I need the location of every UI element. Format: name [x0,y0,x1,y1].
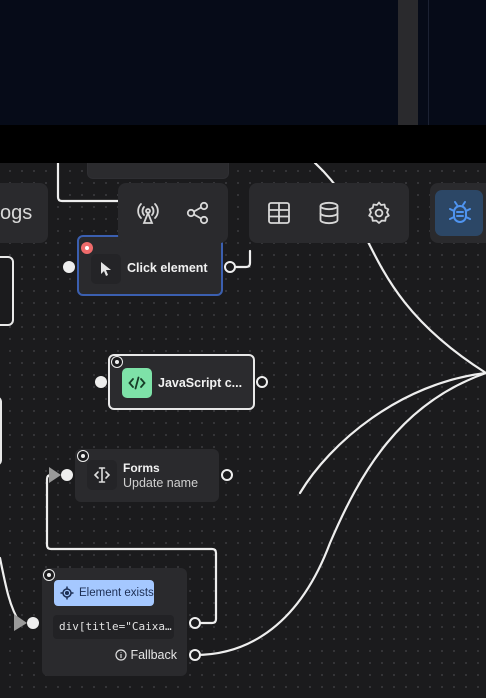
arrow-condition [14,614,27,631]
javascript-node-output-handle[interactable] [256,376,268,388]
selector-field[interactable]: div[title="Caixa… [53,615,174,639]
node-javascript[interactable]: JavaScript c... [108,354,255,410]
top-scrollbar[interactable] [398,0,418,125]
fallback-output-handle[interactable] [189,649,201,661]
click-node-title: Click element [127,261,208,275]
forms-node-status-badge [77,450,89,462]
element-exists-input-handle[interactable] [27,617,39,629]
edge-click-out [234,249,252,269]
element-exists-output-handle[interactable] [189,617,201,629]
debug-panel [430,183,486,243]
info-icon [115,649,128,661]
click-node-status-badge [81,242,93,254]
top-divider [428,0,429,125]
logs-panel[interactable]: ogs [0,183,48,243]
database-icon[interactable] [314,198,344,228]
forms-node-icon [87,460,117,490]
toolbar-group-2 [249,183,409,243]
debug-button[interactable] [435,190,483,236]
broadcast-icon[interactable] [133,198,163,228]
element-exists-status-badge [43,569,55,581]
black-band [0,125,486,163]
click-node-icon [91,254,121,284]
node-forms[interactable]: Forms Update name [75,449,219,502]
partial-node-top[interactable] [87,163,229,179]
forms-node-subtitle: Update name [123,476,199,490]
click-node-output-handle[interactable] [224,261,236,273]
partial-node-left[interactable] [0,256,14,326]
fallback-row: Fallback [115,648,177,662]
share-icon[interactable] [183,198,213,228]
node-element-exists[interactable]: Element exists div[title="Caixa… Fallbac… [42,568,187,676]
text-cursor-icon [93,467,111,483]
element-exists-label: Element exists [79,587,154,599]
javascript-node-status-badge [111,356,123,368]
table-icon[interactable] [264,198,294,228]
bug-icon [449,201,471,223]
element-exists-chip: Element exists [54,580,154,606]
arrow-forms [49,467,61,483]
edge-from-javascript [193,371,486,657]
toolbar-group-1 [118,183,228,243]
code-icon [128,376,146,390]
workflow-canvas[interactable]: ogs Click element JavaScript c... Forms … [0,163,486,698]
javascript-node-icon [122,368,152,398]
javascript-node-input-handle[interactable] [95,376,107,388]
node-click-element[interactable]: Click element [77,235,223,296]
logs-label: ogs [0,202,33,224]
edge-left-curve [0,556,22,625]
selector-value: div[title="Caixa… [59,620,172,633]
forms-node-output-handle[interactable] [221,469,233,481]
partial-node-left-lower[interactable] [0,396,2,466]
forms-node-input-handle[interactable] [61,469,73,481]
click-node-input-handle[interactable] [63,261,75,273]
fallback-label: Fallback [130,648,177,662]
settings-icon[interactable] [364,198,394,228]
target-icon [60,586,74,600]
javascript-node-title: JavaScript c... [158,376,243,390]
cursor-icon [101,262,111,276]
edge-from-forms [298,371,486,495]
forms-node-title: Forms [123,461,160,475]
